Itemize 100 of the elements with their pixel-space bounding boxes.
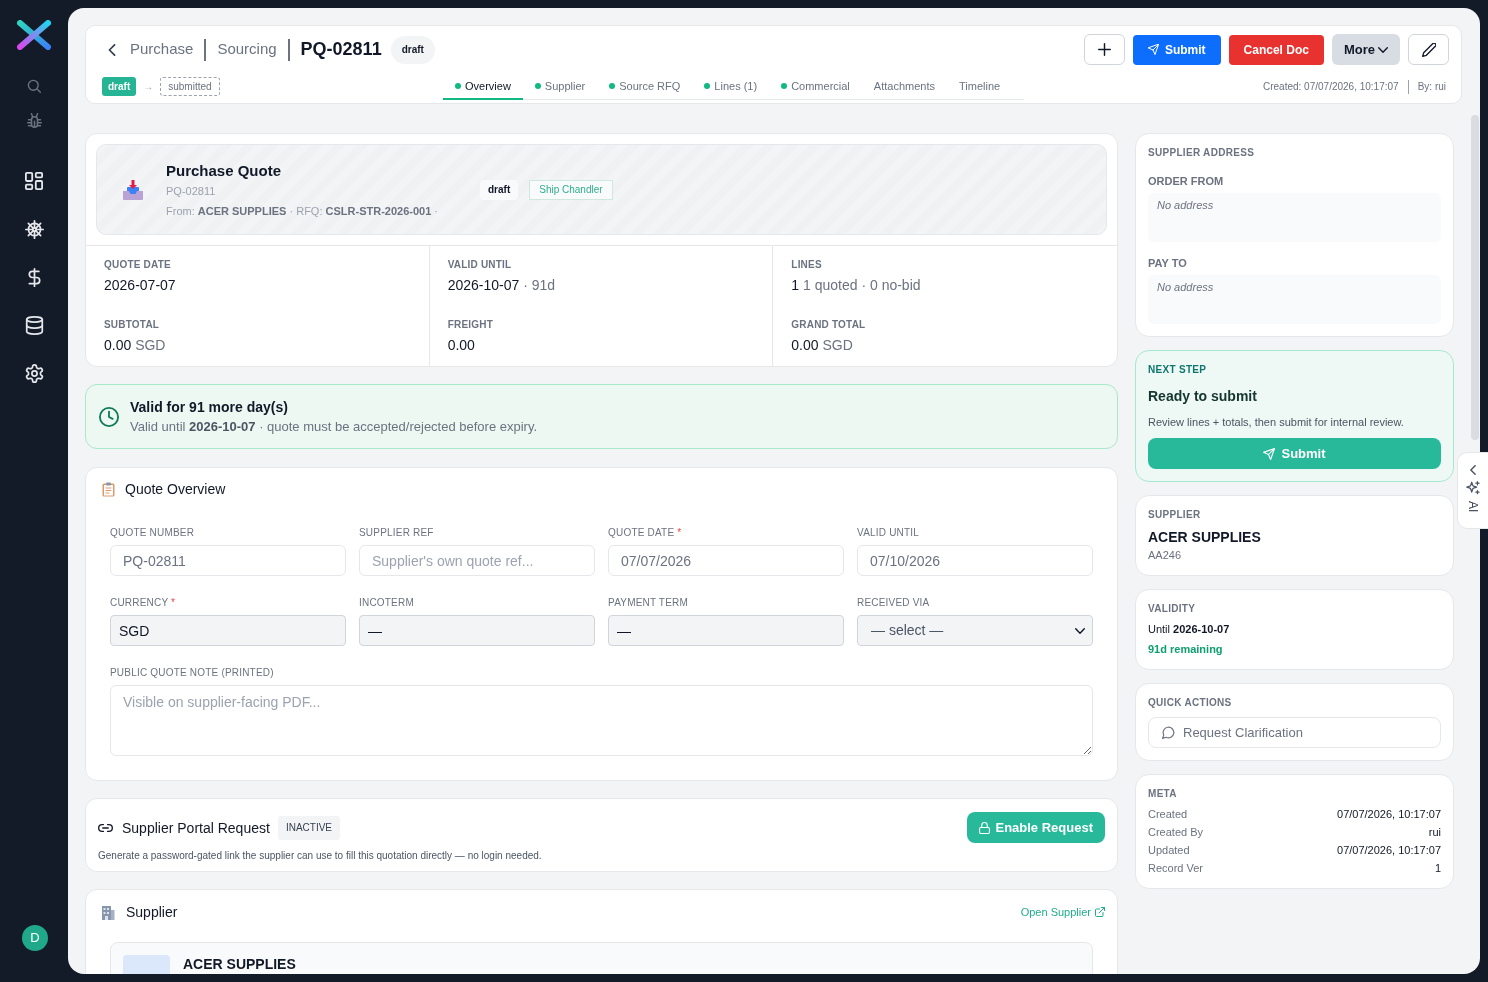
field-label: SUPPLIER REF [359, 527, 435, 539]
tab[interactable]: Timeline [946, 73, 1013, 100]
request-clarification-button[interactable]: Request Clarification [1148, 717, 1441, 748]
meta-label: Created [1148, 807, 1188, 822]
field-label: QUOTE DATE * [608, 527, 683, 539]
chevron-down-icon [1378, 46, 1388, 53]
workflow-arrow: → [143, 80, 154, 94]
meta-label: Created By [1148, 825, 1204, 840]
section-title: Quote Overview [125, 480, 226, 499]
edit-button[interactable] [1408, 34, 1449, 65]
tab[interactable]: Attachments [861, 73, 947, 100]
field-label: QUOTE NUMBER [110, 527, 196, 539]
address-block: No address [1148, 275, 1441, 324]
address-block: No address [1148, 193, 1441, 242]
created-text: Created: 07/07/2026, 10:17:07 [1263, 80, 1399, 94]
chevron-left-icon [1470, 465, 1476, 475]
section-label: NEXT STEP [1148, 364, 1208, 376]
cancel-button[interactable]: Cancel Doc [1228, 34, 1324, 65]
input-field[interactable]: — [359, 615, 595, 646]
chevron-down-icon [1075, 627, 1085, 634]
database-icon[interactable] [24, 316, 44, 335]
created-by-text: By: rui [1417, 80, 1446, 94]
page-title: PQ-02811 [300, 38, 382, 61]
select-field[interactable]: — select — [857, 615, 1093, 646]
inbox-tray-icon [122, 178, 144, 201]
meta-value: 1 [1434, 861, 1441, 876]
stat-value: 0.00 SGD [104, 336, 167, 354]
clipboard-icon [102, 481, 115, 497]
app-logo[interactable] [17, 20, 51, 50]
stat-label: LINES [791, 259, 823, 271]
chat-bubble-icon [1162, 726, 1175, 739]
tab[interactable]: Supplier [522, 73, 598, 100]
field-label: PAYMENT TERM [608, 597, 689, 609]
user-avatar[interactable]: D [22, 925, 48, 951]
meta-label: Record Ver [1148, 861, 1204, 876]
stat-label: VALID UNTIL [447, 259, 513, 271]
chevron-left-icon [108, 43, 116, 56]
field-label: CURRENCY * [110, 597, 177, 609]
back-button[interactable] [106, 43, 118, 56]
input-field[interactable]: 07/10/2026 [857, 545, 1093, 576]
meta-value: rui [1428, 825, 1441, 840]
dashboard-icon[interactable] [25, 172, 43, 190]
next-status-badge: submitted [160, 77, 220, 96]
input-field[interactable]: Supplier's own quote ref... [359, 545, 595, 576]
ship-wheel-icon[interactable] [24, 220, 44, 239]
input-field[interactable]: — [608, 615, 844, 646]
breadcrumb-link[interactable]: Purchase [130, 38, 194, 61]
textarea-field[interactable]: Visible on supplier-facing PDF... [110, 685, 1093, 756]
search-icon[interactable] [27, 79, 41, 93]
send-icon [1263, 447, 1276, 460]
tab[interactable]: Source RFQ [597, 73, 693, 100]
stat-label: GRAND TOTAL [791, 319, 867, 331]
breadcrumb-link[interactable]: Sourcing [217, 38, 277, 61]
input-field[interactable]: PQ-02811 [110, 545, 346, 576]
meta-label: Updated [1148, 843, 1190, 858]
field-label: PUBLIC QUOTE NOTE (PRINTED) [110, 667, 275, 679]
submit-button[interactable]: Submit [1132, 34, 1221, 65]
card-title: Purchase Quote [166, 160, 283, 181]
settings-icon[interactable] [24, 364, 44, 383]
sparkle-icon [1466, 481, 1480, 495]
section-label: VALIDITY [1148, 603, 1197, 615]
address-label: PAY TO [1148, 256, 1188, 270]
field-label: INCOTERM [359, 597, 415, 609]
section-title: Supplier [126, 903, 178, 922]
next-step-text: Review lines + totals, then submit for internal review. [1148, 415, 1405, 429]
address-label: ORDER FROM [1148, 174, 1225, 188]
ai-assistant-tab[interactable]: AI [1457, 452, 1488, 529]
status-badge: draft [480, 179, 519, 200]
stat-label: SUBTOTAL [104, 319, 161, 331]
input-field[interactable]: 07/07/2026 [608, 545, 844, 576]
meta-value: 07/07/2026, 10:17:07 [1337, 807, 1441, 822]
current-status-badge: draft [102, 77, 137, 96]
stat-value: 0.00 SGD [791, 336, 854, 354]
category-tag: Ship Chandler [529, 179, 613, 200]
section-title: Supplier Portal Request [122, 818, 270, 838]
tab[interactable]: Commercial [769, 73, 862, 100]
stat-value: 2026-07-07 [104, 276, 177, 294]
bug-icon[interactable] [26, 113, 42, 128]
open-supplier-link[interactable]: Open Supplier [1020, 903, 1105, 921]
lock-icon [979, 821, 991, 834]
description-text: Generate a password-gated link the supplier can use to fill this quotation directly — no login needed. [98, 850, 543, 862]
plus-icon [1097, 43, 1111, 56]
status-badge: draft [390, 35, 435, 64]
remaining-text: 91d remaining [1148, 642, 1224, 656]
status-badge: INACTIVE [277, 815, 340, 840]
stat-value: 0.00 [447, 336, 476, 354]
add-button[interactable] [1083, 34, 1125, 65]
pencil-icon [1421, 42, 1436, 57]
tab[interactable]: Overview [443, 73, 523, 100]
source-text: From: ACER SUPPLIES · RFQ: CSLR-STR-2026-001 · [166, 203, 440, 219]
meta-value: 07/07/2026, 10:17:07 [1337, 843, 1441, 858]
link-icon [98, 822, 113, 833]
field-label: VALID UNTIL [857, 527, 921, 539]
building-icon [101, 904, 115, 920]
tab[interactable]: Lines (1) [692, 73, 770, 100]
field-label: RECEIVED VIA [857, 597, 931, 609]
more-menu-button[interactable]: More [1331, 34, 1400, 65]
scrollbar-thumb[interactable] [1471, 115, 1479, 440]
input-field[interactable]: SGD [110, 615, 346, 646]
supplier-name: ACER SUPPLIES [1148, 528, 1262, 547]
